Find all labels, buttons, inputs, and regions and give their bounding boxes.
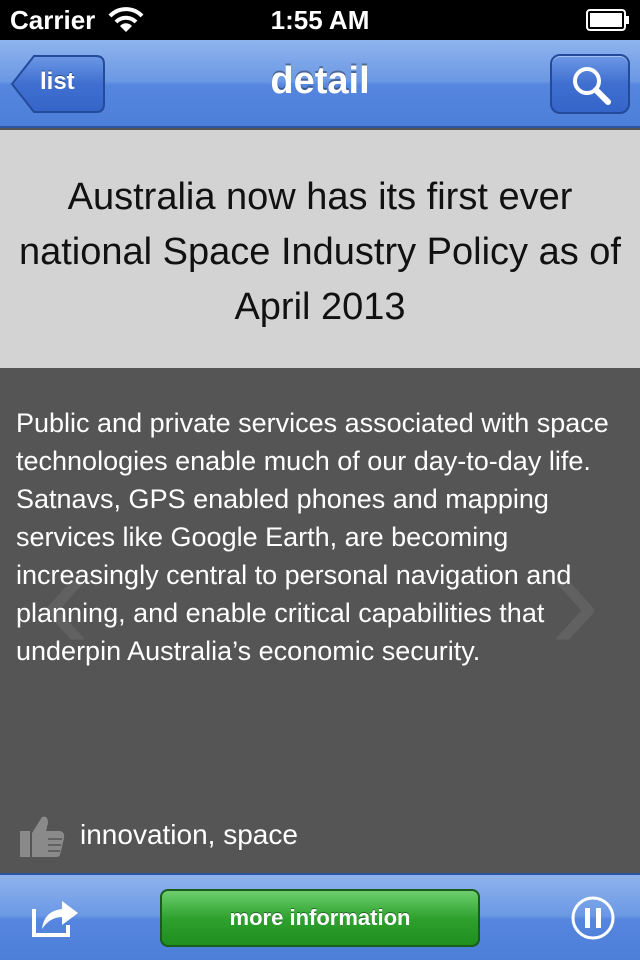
- status-time: 1:55 AM: [270, 5, 370, 35]
- more-information-button[interactable]: more information: [160, 889, 480, 947]
- thumbs-up-icon: [20, 816, 65, 857]
- navigation-bar: list detail: [0, 40, 640, 128]
- search-icon: [573, 67, 611, 105]
- article-header: Australia now has its first ever nationa…: [0, 130, 640, 368]
- article-tags: innovation, space: [80, 819, 298, 850]
- article-title: Australia now has its first ever nationa…: [18, 176, 621, 328]
- article-body-area: ‹ › Public and private services associat…: [0, 368, 640, 873]
- page-title: detail: [270, 60, 370, 102]
- status-bar: Carrier 1:55 AM: [0, 0, 640, 40]
- bottom-toolbar: more information: [0, 873, 640, 960]
- share-icon[interactable]: [28, 895, 82, 941]
- search-button[interactable]: [550, 54, 630, 114]
- battery-icon: [586, 9, 629, 31]
- pause-icon[interactable]: [570, 895, 616, 941]
- article-body-text: Public and private services associated w…: [16, 408, 609, 666]
